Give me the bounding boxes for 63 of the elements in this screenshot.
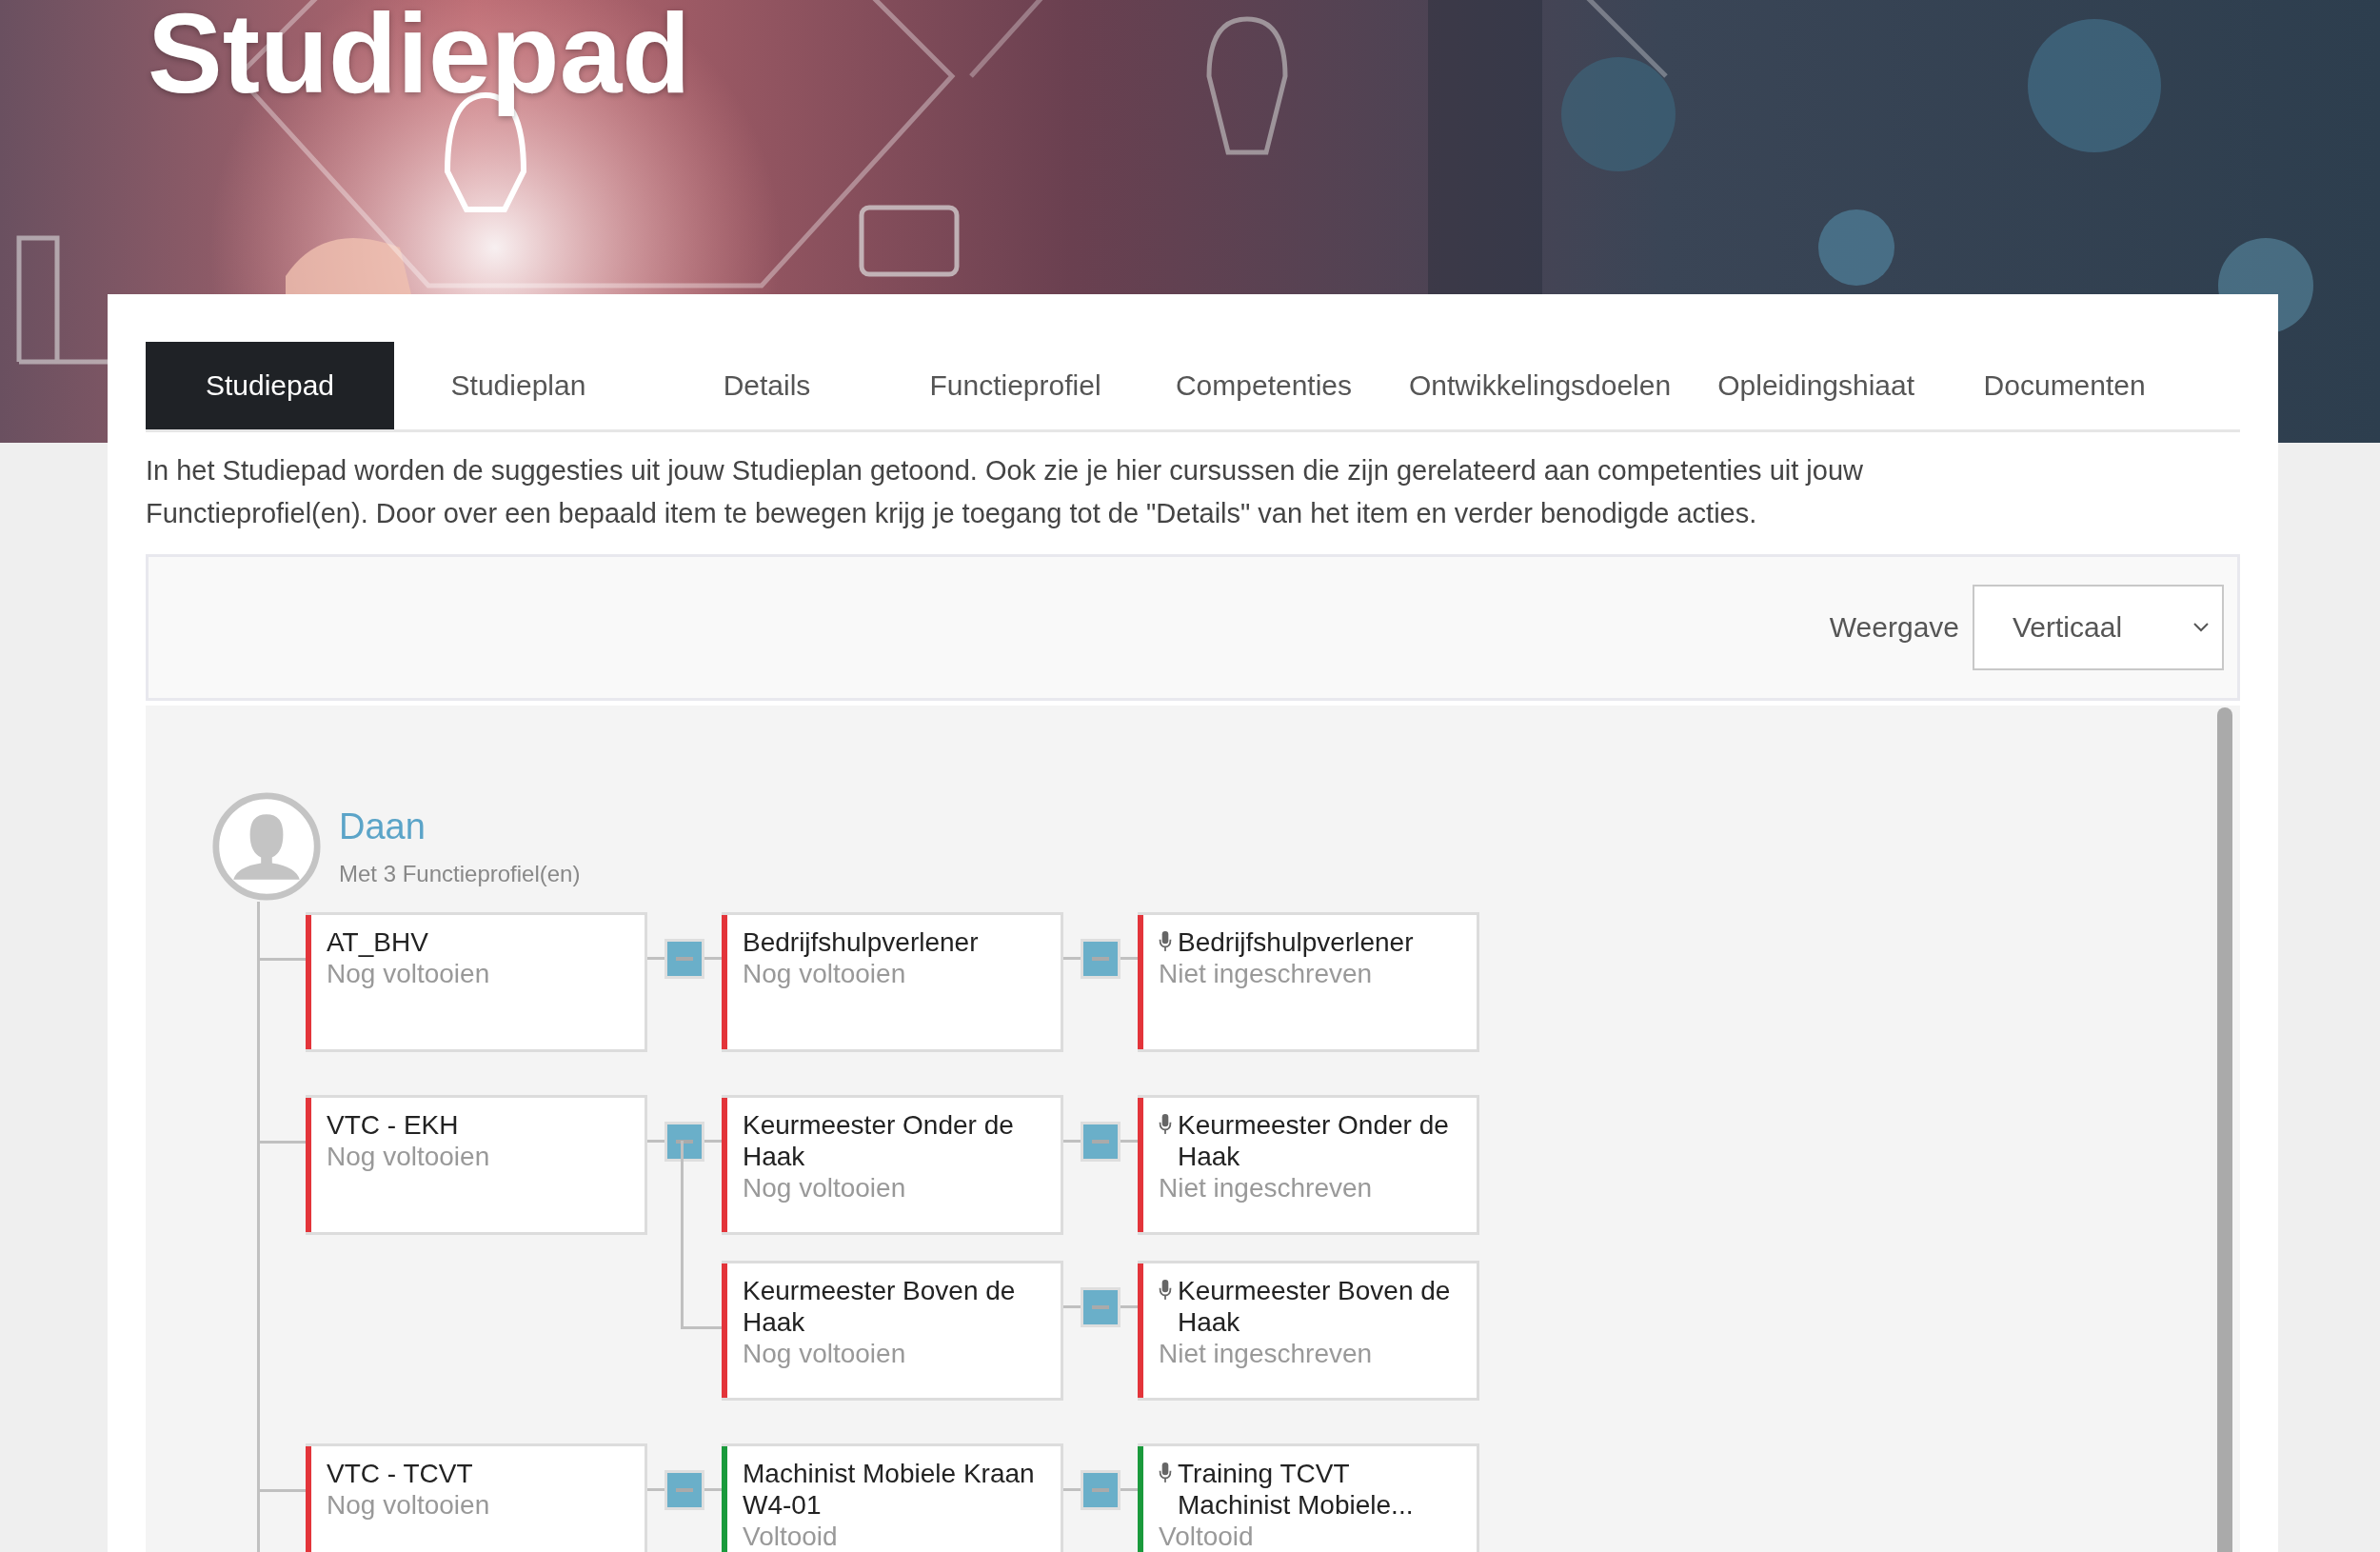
course-card[interactable]: Machinist Mobiele Kraan W4-01 Voltooid [722,1443,1063,1552]
tab[interactable]: Opleidingshiaat [1692,342,1941,429]
course-title: Keurmeester Onder de Haak [743,1110,1014,1171]
course-card[interactable]: Training TCVT Machinist Mobiele... Voltooid [1138,1443,1479,1552]
view-label: Weergave [1829,611,1959,644]
microphone-icon [1159,931,1172,952]
course-status: Niet ingeschreven [1159,958,1374,989]
tab[interactable]: Ontwikkelingsdoelen [1388,342,1693,429]
course-status: Nog voltooien [743,958,907,989]
collapse-toggle[interactable] [1081,1122,1121,1162]
tab[interactable]: Competenties [1140,342,1388,429]
course-card[interactable]: AT_BHV Nog voltooien [306,912,647,1052]
course-title: Machinist Mobiele Kraan W4-01 [743,1459,1035,1520]
course-title: VTC - TCVT [327,1459,473,1488]
avatar-icon [211,791,322,902]
course-status: Voltooid [743,1521,839,1552]
course-card[interactable]: VTC - TCVT Nog voltooien [306,1443,647,1552]
course-status: Niet ingeschreven [1159,1338,1374,1369]
connector-line [260,1141,306,1144]
course-card[interactable]: Keurmeester Boven de Haak Nog voltooien [722,1261,1063,1401]
course-status: Nog voltooien [743,1338,907,1369]
course-title: VTC - EKH [327,1110,459,1140]
course-status: Nog voltooien [327,1489,490,1521]
connector-line [260,958,306,961]
chevron-icon [2193,623,2209,632]
course-status: Nog voltooien [743,1172,907,1204]
course-status: Nog voltooien [327,1141,490,1172]
course-title: Training TCVT Machinist Mobiele... [1178,1458,1415,1521]
tab[interactable]: Documenten [1940,342,2190,429]
course-card[interactable]: Keurmeester Onder de Haak Nog voltooien [722,1095,1063,1235]
course-status: Nog voltooien [327,958,490,989]
tab[interactable]: Studiepad [146,342,394,429]
collapse-toggle[interactable] [1081,1287,1121,1327]
tab[interactable]: Details [643,342,891,429]
collapse-toggle[interactable] [1081,1470,1121,1510]
collapse-toggle[interactable] [664,1122,704,1162]
course-card[interactable]: Bedrijfshulpverlener Nog voltooien [722,912,1063,1052]
collapse-toggle[interactable] [664,1470,704,1510]
profile-count: Met 3 Functieprofiel(en) [339,861,581,887]
microphone-icon [1159,1462,1172,1483]
collapse-toggle[interactable] [1081,939,1121,979]
course-title: Keurmeester Boven de Haak [1178,1275,1452,1338]
scrollbar[interactable] [2217,707,2232,1552]
collapse-toggle[interactable] [664,939,704,979]
connector-line [260,1489,306,1492]
course-card[interactable]: Keurmeester Boven de Haak Niet ingeschreven [1138,1261,1479,1401]
page-title: Studiepad [148,0,691,116]
intro-text: In het Studiepad worden de suggesties uit jouw Studieplan getoond. Ook zie je hier cursussen die zijn gerelateerd aan competenties uit jouw Functieprofiel(en). Door over een bepaald item te bewegen krijg je toegang tot de "Details" van het item en verder benodigde acties. [146,454,1864,530]
course-title: Keurmeester Onder de Haak [1178,1109,1450,1172]
course-title: Bedrijfshulpverlener [743,927,979,957]
microphone-icon [1159,1114,1172,1135]
course-card[interactable]: VTC - EKH Nog voltooien [306,1095,647,1235]
course-title: Keurmeester Boven de Haak [743,1276,1016,1337]
view-select[interactable]: Verticaal [1973,585,2224,670]
tab[interactable]: Studieplan [394,342,643,429]
course-status: Voltooid [1159,1521,1255,1552]
course-card[interactable]: Keurmeester Onder de Haak Niet ingeschreven [1138,1095,1479,1235]
microphone-icon [1159,1280,1172,1301]
course-card[interactable]: Bedrijfshulpverlener Niet ingeschreven [1138,912,1479,1052]
course-status: Niet ingeschreven [1159,1172,1374,1204]
course-title: Bedrijfshulpverlener [1178,926,1414,958]
course-title: AT_BHV [327,927,428,957]
tab[interactable]: Functieprofiel [891,342,1140,429]
